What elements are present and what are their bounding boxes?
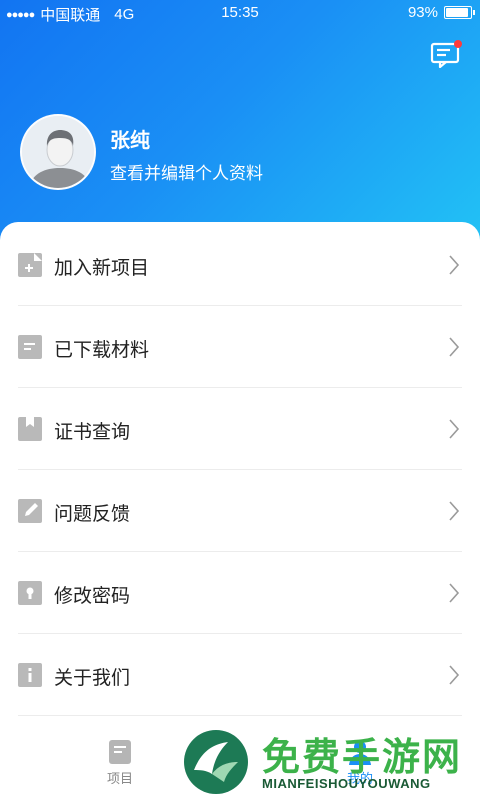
- user-avatar-icon: [22, 116, 94, 188]
- menu-item-downloaded-materials[interactable]: 已下载材料: [18, 306, 462, 388]
- menu-item-label: 修改密码: [54, 585, 131, 607]
- watermark-subtitle: MIANFEISHOUYOUWANG: [262, 776, 431, 791]
- battery-icon: [444, 6, 475, 19]
- message-notification-icon: [430, 40, 462, 69]
- menu-item-join-project[interactable]: 加入新项目: [18, 224, 462, 306]
- menu-item-label: 问题反馈: [54, 503, 131, 525]
- edit-profile-link[interactable]: 查看并编辑个人资料: [110, 159, 263, 184]
- notification-dot: [454, 40, 462, 48]
- menu-card: 加入新项目 已下载材料 证书查询 问题反馈 修改密码 关于我们: [0, 222, 480, 800]
- menu-item-certificate-query[interactable]: 证书查询: [18, 388, 462, 470]
- chevron-right-icon: [449, 255, 460, 275]
- chevron-right-icon: [449, 583, 460, 603]
- watermark-title: 免费手游网: [262, 735, 463, 779]
- add-file-icon: [18, 253, 42, 277]
- menu-item-label: 加入新项目: [54, 257, 150, 279]
- tab-label: 项目: [106, 772, 133, 787]
- chevron-right-icon: [449, 419, 460, 439]
- chevron-right-icon: [449, 337, 460, 357]
- tab-projects[interactable]: 项目: [80, 738, 160, 787]
- menu-item-about-us[interactable]: 关于我们: [18, 634, 462, 716]
- profile-header: ●●●●● 中国联通 4G 15:35 93% 张纯 查看并编辑个人资料: [0, 0, 480, 250]
- lock-icon: [18, 581, 42, 605]
- status-bar: ●●●●● 中国联通 4G 15:35 93%: [0, 0, 480, 26]
- battery-percentage: 93%: [407, 4, 438, 21]
- user-name[interactable]: 张纯: [110, 124, 150, 153]
- certificate-icon: [18, 417, 42, 441]
- message-button[interactable]: [430, 38, 464, 69]
- info-icon: [18, 663, 42, 687]
- menu-item-label: 关于我们: [54, 667, 131, 689]
- menu-item-label: 已下载材料: [54, 339, 150, 361]
- edit-icon: [18, 499, 42, 523]
- menu-item-feedback[interactable]: 问题反馈: [18, 470, 462, 552]
- watermark: 免费手游网 MIANFEISHOUYOUWANG: [182, 720, 478, 800]
- chevron-right-icon: [449, 501, 460, 521]
- chevron-right-icon: [449, 665, 460, 685]
- watermark-logo: [184, 730, 248, 794]
- menu-item-label: 证书查询: [54, 421, 131, 443]
- avatar[interactable]: [20, 114, 96, 190]
- document-icon: [18, 335, 42, 359]
- project-icon: [109, 740, 131, 764]
- menu-item-change-password[interactable]: 修改密码: [18, 552, 462, 634]
